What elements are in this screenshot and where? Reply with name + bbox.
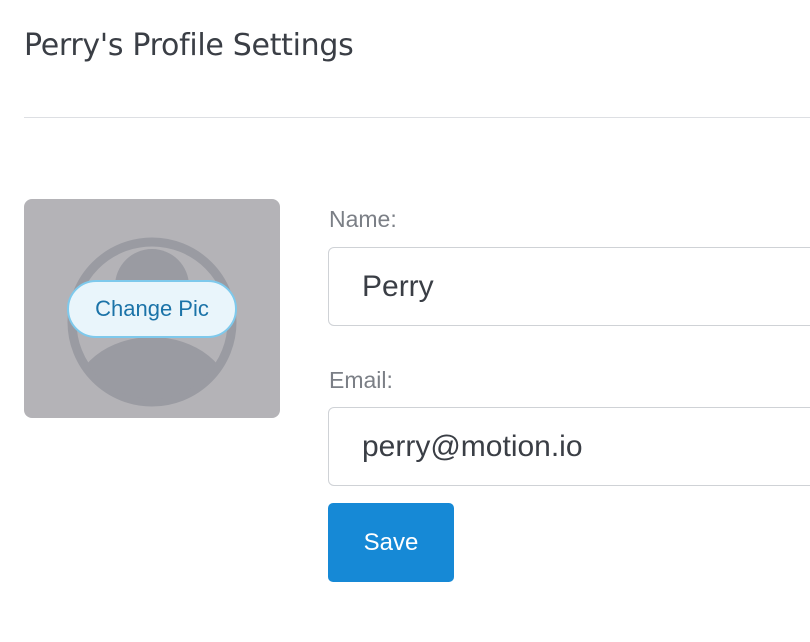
header-divider <box>24 117 810 118</box>
name-field[interactable] <box>328 247 810 326</box>
email-field[interactable] <box>328 407 810 486</box>
save-button[interactable]: Save <box>328 503 454 582</box>
page-title: Perry's Profile Settings <box>24 28 354 63</box>
name-label: Name: <box>329 206 397 232</box>
change-pic-button[interactable]: Change Pic <box>67 280 237 338</box>
email-label: Email: <box>329 367 393 393</box>
